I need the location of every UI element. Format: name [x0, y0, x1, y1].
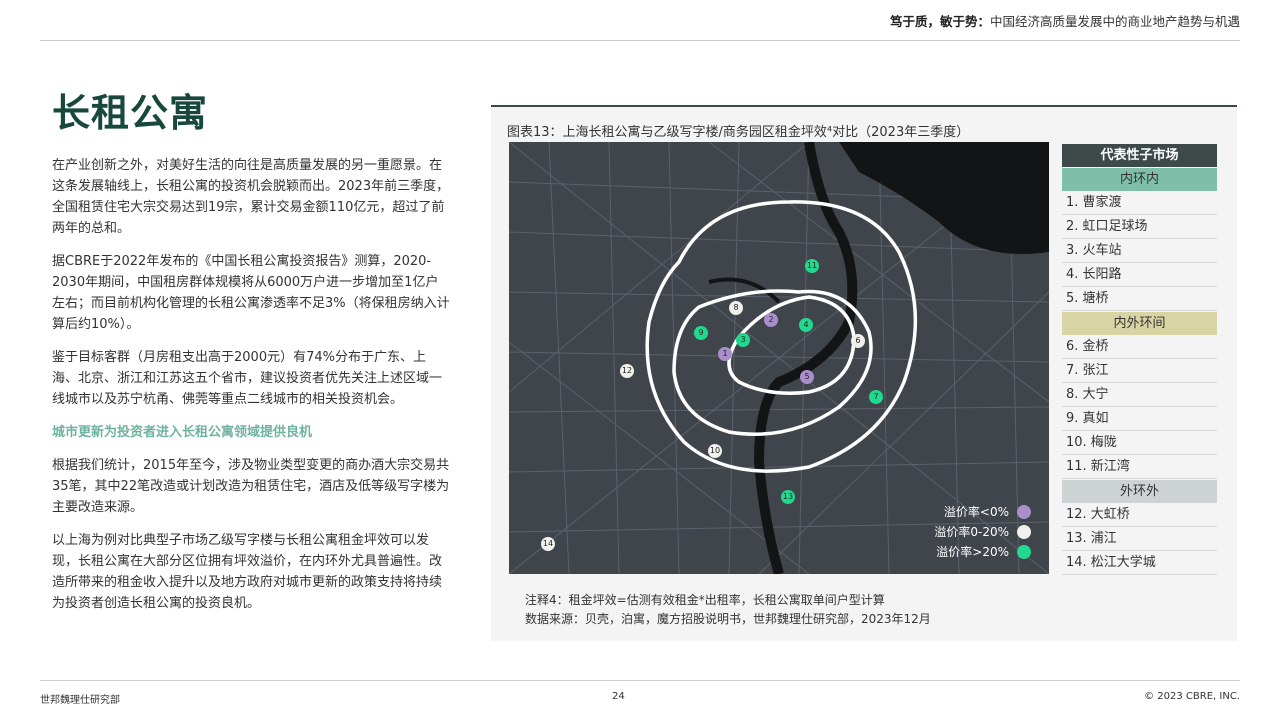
paragraph: 据CBRE于2022年发布的《中国长租公寓投资报告》测算，2020-2030年期… [52, 254, 450, 332]
list-item: 12. 大虹桥 [1062, 503, 1217, 527]
footer-copyright: © 2023 CBRE, INC. [1144, 691, 1240, 702]
subheading: 城市更新为投资者进入长租公寓领域提供良机 [52, 425, 313, 440]
figure-panel: 图表13：上海长租公寓与乙级写字楼/商务园区租金坪效⁴对比（2023年三季度） … [491, 105, 1237, 641]
map-marker-11: 11 [805, 259, 819, 273]
list-item: 3. 火车站 [1062, 239, 1217, 263]
list-item: 6. 金桥 [1062, 335, 1217, 359]
page-footer: 世邦魏理仕研究部 24 © 2023 CBRE, INC. [40, 680, 1240, 711]
page-title: 长租公寓 [52, 90, 209, 135]
page-header: 笃于质，敏于势：中国经济高质量发展中的商业地产趋势与机遇 [40, 12, 1240, 41]
submarket-header: 代表性子市场 [1062, 144, 1217, 167]
figure-title: 图表13：上海长租公寓与乙级写字楼/商务园区租金坪效⁴对比（2023年三季度） [507, 125, 970, 140]
list-item: 13. 浦江 [1062, 527, 1217, 551]
paragraph: 鉴于目标客群（月房租支出高于2000元）有74%分布于广东、上海、北京、浙江和江… [52, 350, 443, 407]
header-text: 中国经济高质量发展中的商业地产趋势与机遇 [989, 14, 1240, 29]
figure-note: 注释4：租金坪效=估测有效租金*出租率，长租公寓取单间户型计算 [525, 593, 885, 607]
group-inner-ring: 内环内 [1062, 168, 1217, 191]
map-marker-2: 2 [764, 313, 778, 327]
body-text: 在产业创新之外，对美好生活的向往是高质量发展的另一重愿景。在这条发展轴线上，长租… [52, 155, 450, 626]
paragraph: 以上海为例对比典型子市场乙级写字楼与长租公寓租金坪效可以发现，长租公寓在大部分区… [52, 533, 443, 611]
list-item: 1. 曹家渡 [1062, 191, 1217, 215]
group-middle-ring: 内外环间 [1062, 312, 1217, 335]
list-item: 5. 塘桥 [1062, 287, 1217, 311]
map-marker-14: 14 [541, 537, 555, 551]
list-item: 7. 张江 [1062, 359, 1217, 383]
figure-notes: 注释4：租金坪效=估测有效租金*出租率，长租公寓取单间户型计算 数据来源：贝壳，… [525, 591, 931, 629]
legend-label: 溢价率>20% [936, 545, 1009, 559]
map-marker-4: 4 [799, 318, 813, 332]
map-marker-8: 8 [729, 301, 743, 315]
legend-dot [1017, 525, 1031, 539]
shanghai-map: 1 2 3 4 5 6 7 8 9 10 11 12 13 14 溢价率<0% 溢价率0-20% 溢价率>… [509, 142, 1049, 574]
map-marker-5: 5 [800, 370, 814, 384]
header-bold: 笃于质，敏于势： [889, 14, 990, 29]
map-marker-13: 13 [781, 490, 795, 504]
figure-source: 数据来源：贝壳，泊寓，魔方招股说明书，世邦魏理仕研究部，2023年12月 [525, 612, 931, 626]
legend-item: 溢价率<0% [934, 502, 1031, 522]
paragraph: 根据我们统计，2015年至今，涉及物业类型变更的商办酒大宗交易共35笔，其中22… [52, 458, 450, 515]
map-marker-6: 6 [851, 334, 865, 348]
paragraph: 在产业创新之外，对美好生活的向往是高质量发展的另一重愿景。在这条发展轴线上，长租… [52, 158, 450, 236]
list-item: 2. 虹口足球场 [1062, 215, 1217, 239]
list-item: 10. 梅陇 [1062, 431, 1217, 455]
submarket-list: 代表性子市场 内环内 1. 曹家渡 2. 虹口足球场 3. 火车站 4. 长阳路… [1062, 144, 1217, 575]
legend-dot [1017, 505, 1031, 519]
map-marker-7: 7 [869, 390, 883, 404]
legend-dot [1017, 545, 1031, 559]
map-marker-1: 1 [718, 347, 732, 361]
legend-label: 溢价率0-20% [934, 525, 1009, 539]
list-item: 14. 松江大学城 [1062, 551, 1217, 575]
map-legend: 溢价率<0% 溢价率0-20% 溢价率>20% [934, 502, 1031, 562]
map-marker-9: 9 [694, 326, 708, 340]
map-marker-3: 3 [736, 333, 750, 347]
list-item: 8. 大宁 [1062, 383, 1217, 407]
list-item: 11. 新江湾 [1062, 455, 1217, 479]
legend-item: 溢价率>20% [934, 542, 1031, 562]
group-outer-ring: 外环外 [1062, 480, 1217, 503]
map-marker-10: 10 [708, 444, 722, 458]
legend-item: 溢价率0-20% [934, 522, 1031, 542]
footer-left: 世邦魏理仕研究部 [40, 695, 120, 706]
page-number: 24 [612, 691, 625, 702]
list-item: 9. 真如 [1062, 407, 1217, 431]
list-item: 4. 长阳路 [1062, 263, 1217, 287]
legend-label: 溢价率<0% [943, 505, 1009, 519]
map-marker-12: 12 [620, 364, 634, 378]
